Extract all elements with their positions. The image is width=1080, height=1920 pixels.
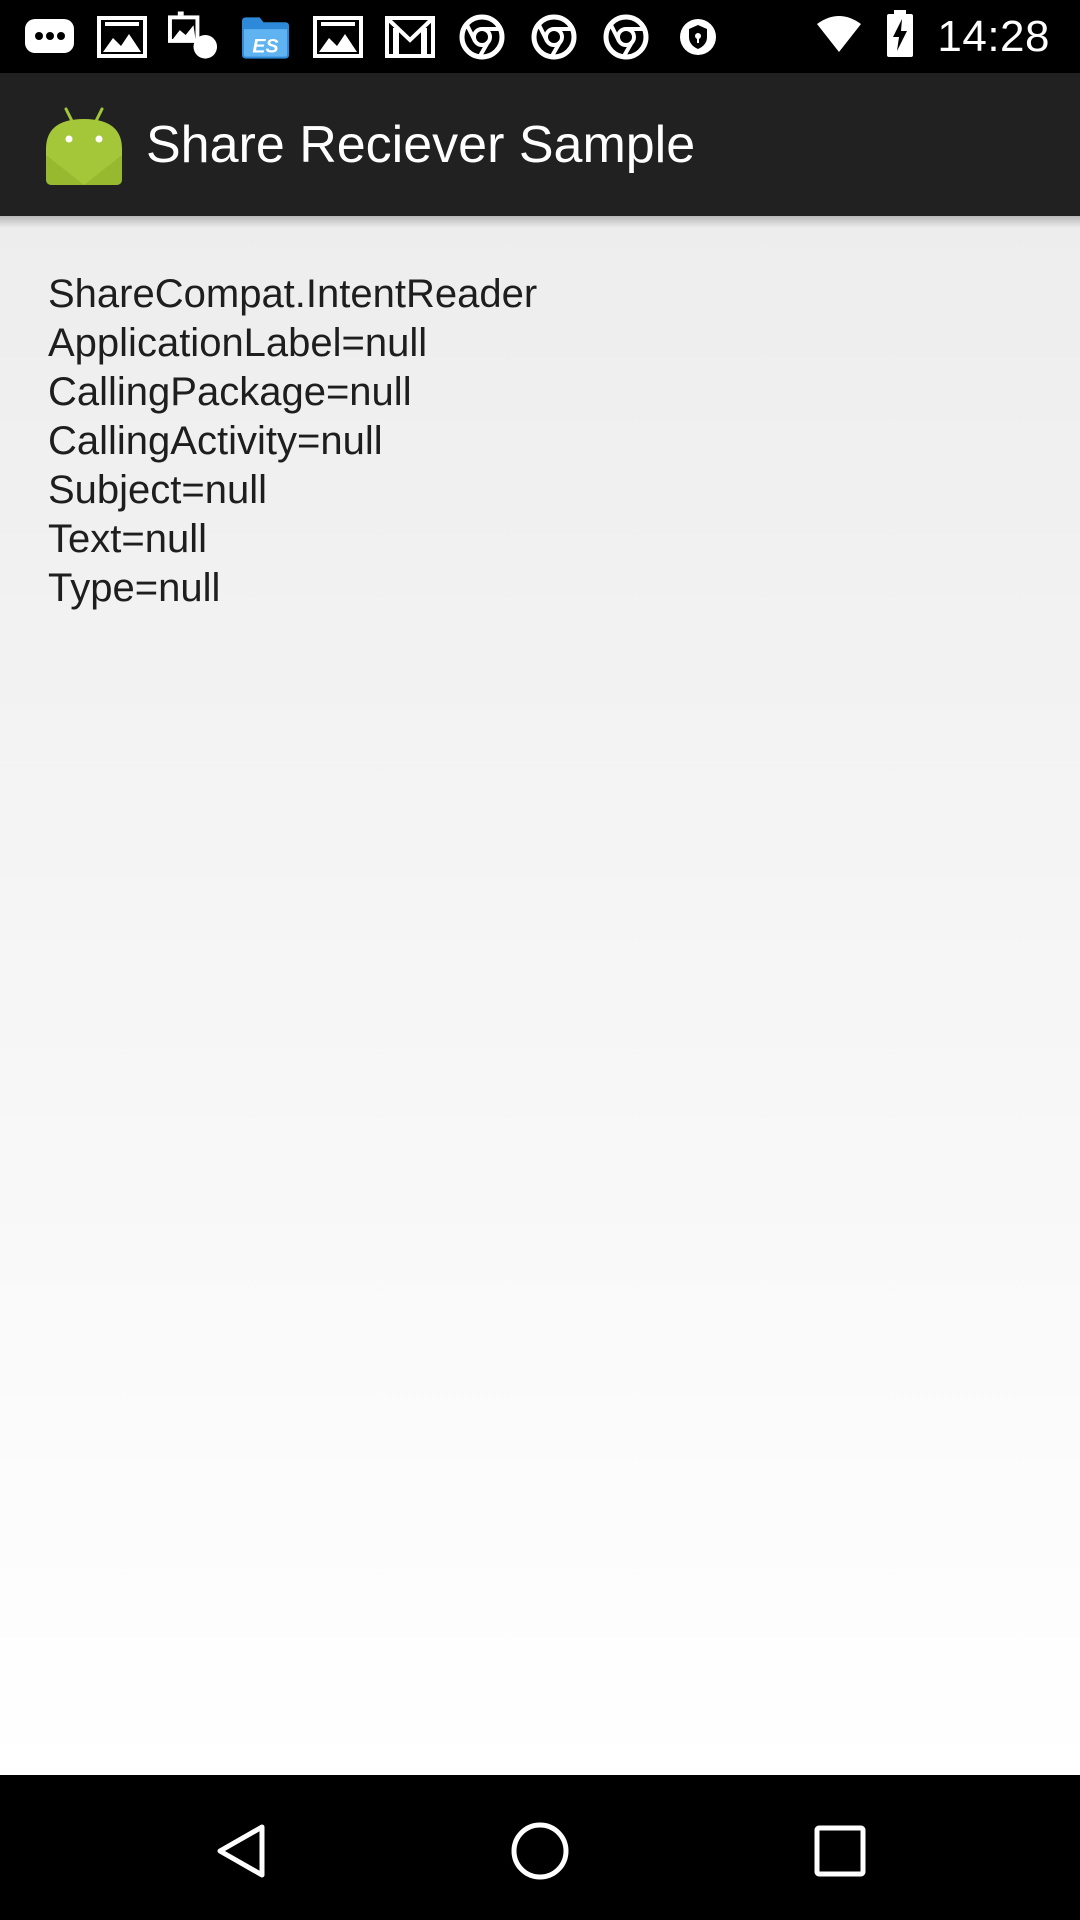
info-line: Type=null [48, 566, 221, 610]
action-bar: Share Reciever Sample [0, 73, 1080, 216]
back-icon [217, 1824, 265, 1878]
status-bar: ES 14:28 [0, 0, 1080, 73]
image-icon [96, 11, 147, 62]
chrome-icon [528, 11, 579, 62]
chrome-icon [600, 11, 651, 62]
info-line: ApplicationLabel=null [48, 321, 428, 365]
system-icons: 14:28 [815, 0, 1050, 73]
battery-icon [885, 10, 915, 63]
home-button[interactable] [500, 1811, 580, 1891]
info-line: Text=null [48, 517, 207, 561]
page-title: Share Reciever Sample [146, 115, 696, 174]
chrome-icon [456, 11, 507, 62]
android-icon [44, 105, 124, 185]
svg-text:ES: ES [252, 35, 278, 57]
es-file-explorer-icon: ES [240, 11, 291, 62]
vpn-shield-icon [672, 11, 723, 62]
recents-button[interactable] [800, 1811, 880, 1891]
gmail-icon [384, 11, 435, 62]
notification-icons: ES [24, 11, 723, 62]
info-line: ShareCompat.IntentReader [48, 272, 538, 316]
recents-icon [814, 1825, 866, 1877]
status-clock: 14:28 [937, 11, 1050, 61]
content-area: ShareCompat.IntentReader ApplicationLabe… [0, 216, 1080, 1775]
action-bar-shadow [0, 216, 1080, 228]
back-button[interactable] [202, 1811, 282, 1891]
intent-info-text: ShareCompat.IntentReader ApplicationLabe… [48, 270, 537, 613]
image-icon [312, 11, 363, 62]
wifi-icon [815, 14, 863, 59]
chat-icon [24, 11, 75, 62]
home-icon [511, 1822, 569, 1880]
info-line: CallingPackage=null [48, 370, 412, 414]
info-line: CallingActivity=null [48, 419, 383, 463]
image-settings-icon [168, 11, 219, 62]
info-line: Subject=null [48, 468, 268, 512]
navigation-bar [0, 1775, 1080, 1920]
screen: ES 14:28 Share Reciever Sample ShareComp… [0, 0, 1080, 1920]
